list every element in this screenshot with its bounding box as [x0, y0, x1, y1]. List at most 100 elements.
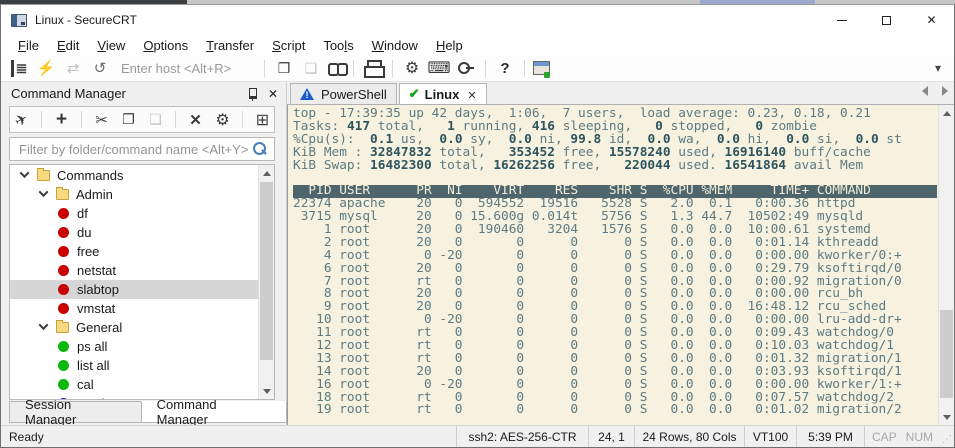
status-clock: 5:39 PM: [796, 426, 864, 447]
tab-command-manager[interactable]: Command Manager: [141, 401, 287, 423]
new-folder-icon[interactable]: [251, 109, 274, 131]
menu-file[interactable]: File: [9, 37, 48, 54]
settings-icon[interactable]: [211, 109, 234, 131]
command-dot-icon: [58, 227, 69, 238]
menu-options[interactable]: Options: [134, 37, 197, 54]
maximize-button[interactable]: [864, 5, 909, 35]
minimize-button[interactable]: [819, 5, 864, 35]
quick-connect-icon[interactable]: [34, 57, 58, 79]
command-dot-icon: [58, 246, 69, 257]
terminal-scrollbar[interactable]: [938, 105, 954, 425]
keys-icon[interactable]: [454, 57, 478, 79]
terminal-scrollbar-thumb[interactable]: [940, 310, 953, 398]
resize-grip[interactable]: ⋰: [940, 426, 954, 447]
host-input[interactable]: [119, 60, 257, 77]
scroll-up-icon[interactable]: [939, 105, 954, 121]
tree-item-netstat[interactable]: netstat: [10, 261, 258, 280]
command-dot-icon: [58, 398, 69, 399]
num-lock-indicator: NUM: [906, 430, 933, 444]
print-icon[interactable]: [361, 57, 385, 79]
tab-linux[interactable]: Linux: [399, 83, 487, 104]
chevron-down-icon[interactable]: [20, 168, 30, 178]
tree-item-label: list all: [77, 358, 110, 373]
command-dot-icon: [58, 208, 69, 219]
tree-item-ps-all[interactable]: ps all: [10, 337, 258, 356]
terminal-line: KiB Swap: 16482300 total, 16262256 free,…: [293, 160, 937, 173]
session-manager-icon[interactable]: [7, 57, 31, 79]
tree-item-commands[interactable]: Commands: [10, 166, 258, 185]
panel-header: Command Manager: [1, 82, 286, 105]
warning-icon: !: [300, 88, 315, 101]
tree-item-general[interactable]: General: [10, 318, 258, 337]
toolbar-separator: [242, 111, 243, 128]
tree-item-free[interactable]: free: [10, 242, 258, 261]
toolbar-separator: [353, 60, 354, 77]
close-tab-icon[interactable]: [467, 87, 476, 102]
chevron-down-icon[interactable]: [39, 320, 49, 330]
tree-item-vmstat[interactable]: vmstat: [10, 299, 258, 318]
toolbar-separator: [41, 111, 42, 128]
monitor-icon[interactable]: [532, 57, 550, 79]
paste-icon[interactable]: [299, 57, 323, 79]
tree-item-df[interactable]: df: [10, 204, 258, 223]
tree-scrollbar-thumb[interactable]: [260, 182, 273, 360]
find-icon[interactable]: [326, 57, 346, 79]
tree-item-list-all[interactable]: list all: [10, 356, 258, 375]
filter-input[interactable]: [17, 141, 251, 158]
terminal-screen[interactable]: top - 17:39:35 up 42 days, 1:06, 7 users…: [288, 105, 937, 425]
scroll-up-icon[interactable]: [259, 165, 274, 181]
send-icon[interactable]: [10, 109, 33, 131]
status-emulation: VT100: [744, 426, 796, 447]
status-message: Ready: [1, 426, 456, 447]
options-icon[interactable]: [400, 57, 424, 79]
status-lock-indicators: CAP NUM: [864, 426, 940, 447]
scroll-down-icon[interactable]: [939, 409, 954, 425]
pin-icon[interactable]: [244, 86, 260, 102]
add-icon[interactable]: [50, 109, 73, 131]
menu-script[interactable]: Script: [263, 37, 314, 54]
menu-help[interactable]: Help: [427, 37, 472, 54]
tree-item-du[interactable]: du: [10, 223, 258, 242]
cut-icon[interactable]: [90, 109, 113, 131]
copy-icon[interactable]: [272, 57, 296, 79]
menu-edit[interactable]: Edit: [48, 37, 88, 54]
menu-view[interactable]: View: [88, 37, 134, 54]
tree-item-label: netstat: [77, 263, 116, 278]
menu-tools[interactable]: Tools: [314, 37, 362, 54]
tree-item-slabtop[interactable]: slabtop: [10, 280, 258, 299]
title-bar: Linux - SecureCRT: [1, 5, 954, 35]
tab-session-manager[interactable]: Session Manager: [9, 401, 142, 423]
tree-item-cal[interactable]: cal: [10, 375, 258, 394]
help-icon[interactable]: [493, 57, 517, 79]
toolbar-overflow-icon[interactable]: [926, 57, 950, 79]
session-tab-bar: ! PowerShell Linux: [287, 82, 954, 105]
tree-item-label: env home: [77, 396, 134, 399]
tree-item-env-home[interactable]: env home: [10, 394, 258, 399]
reconnect-icon[interactable]: [61, 57, 85, 79]
toolbar-separator: [81, 111, 82, 128]
scroll-down-icon[interactable]: [259, 383, 274, 399]
tab-scroll-right-icon[interactable]: [942, 86, 948, 96]
search-icon: [251, 141, 267, 157]
chevron-down-icon[interactable]: [39, 187, 49, 197]
keymap-icon[interactable]: [427, 57, 451, 79]
status-cipher: ssh2: AES-256-CTR: [456, 426, 588, 447]
folder-icon: [56, 322, 69, 333]
menu-transfer[interactable]: Transfer: [197, 37, 263, 54]
close-button[interactable]: [909, 5, 954, 35]
status-cursor-position: 24, 1: [588, 426, 634, 447]
delete-icon[interactable]: [184, 109, 207, 131]
menu-window[interactable]: Window: [363, 37, 427, 54]
check-icon: [409, 86, 420, 102]
copy-icon[interactable]: [117, 109, 140, 131]
paste-icon[interactable]: [144, 109, 167, 131]
tree-item-admin[interactable]: Admin: [10, 185, 258, 204]
command-dot-icon: [58, 265, 69, 276]
status-bar: Ready ssh2: AES-256-CTR 24, 1 24 Rows, 8…: [1, 425, 954, 447]
tab-scroll-left-icon[interactable]: [922, 86, 928, 96]
connect-in-tab-icon[interactable]: [88, 57, 112, 79]
process-row: 19 root rt 0 0 0 0 S 0.0 0.0 0:01.02 mig…: [293, 404, 937, 417]
panel-close-icon[interactable]: [268, 86, 278, 101]
tree-scrollbar[interactable]: [258, 165, 274, 399]
tab-powershell[interactable]: ! PowerShell: [290, 83, 397, 104]
